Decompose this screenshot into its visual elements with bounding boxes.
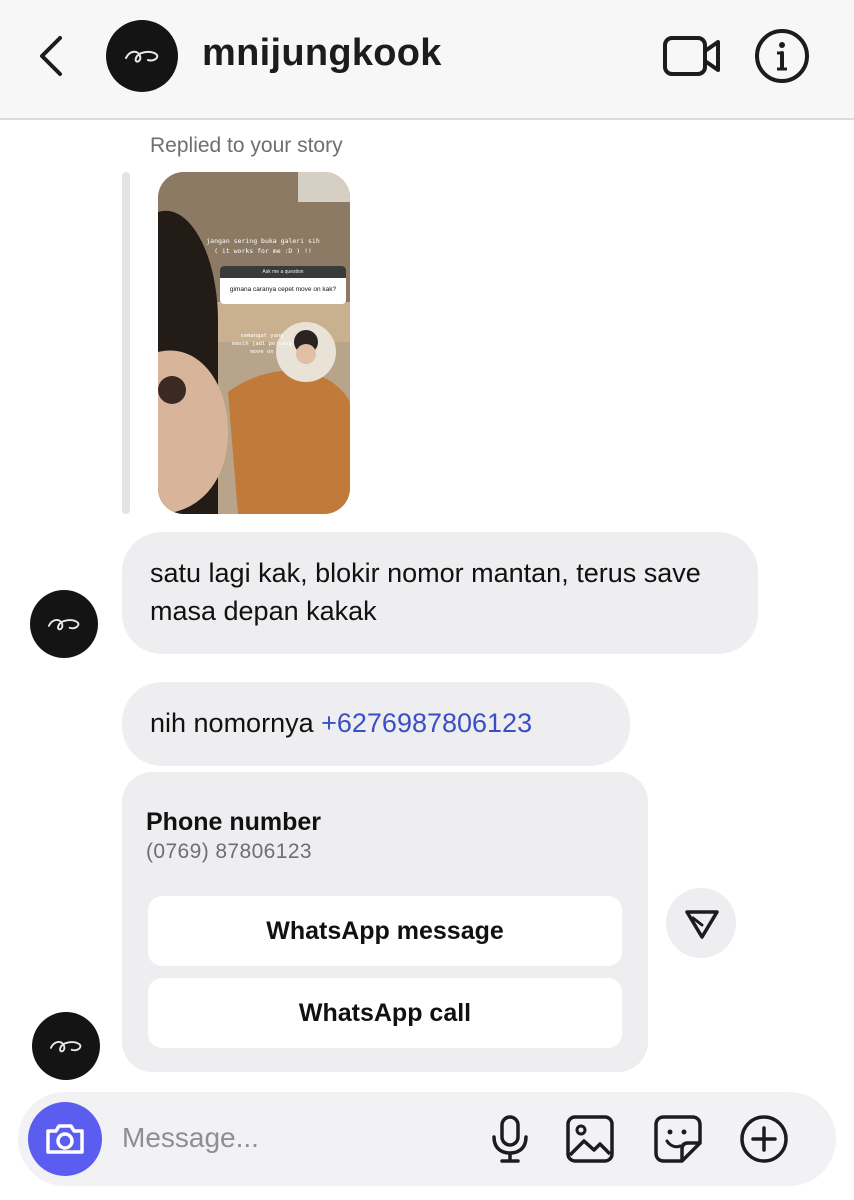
back-button[interactable] xyxy=(34,34,70,78)
microphone-button[interactable] xyxy=(484,1113,536,1165)
question-sticker: Ask me a question gimana caranya cepet m… xyxy=(220,266,346,304)
avatar[interactable] xyxy=(30,590,98,658)
story-thumbnail[interactable]: jangan sering buka galeri sih ( it works… xyxy=(158,172,350,514)
phone-card-title: Phone number xyxy=(146,808,322,836)
message-bubble[interactable]: nih nomornya +6276987806123 xyxy=(122,682,630,766)
camera-icon xyxy=(46,1124,84,1154)
chat-header: mnijungkook xyxy=(0,0,854,120)
whatsapp-call-button[interactable]: WhatsApp call xyxy=(148,978,622,1048)
paper-plane-icon xyxy=(685,910,719,939)
avatar[interactable] xyxy=(106,20,178,92)
signature-logo-icon xyxy=(49,1041,82,1053)
message-text: satu lagi kak, blokir nomor mantan, teru… xyxy=(150,558,701,626)
story-reply-bar xyxy=(122,172,130,514)
video-camera-icon xyxy=(663,36,720,76)
story-sub-caption: semangat yang masih jadi pejuang move on xyxy=(232,333,292,355)
info-icon xyxy=(755,29,809,83)
more-options-button[interactable] xyxy=(738,1113,790,1165)
whatsapp-message-button[interactable]: WhatsApp message xyxy=(148,896,622,966)
message-text-prefix: nih nomornya xyxy=(150,708,322,738)
avatar[interactable] xyxy=(32,1012,100,1080)
phone-card-number: (0769) 87806123 xyxy=(146,840,312,863)
chat-username[interactable]: mnijungkook xyxy=(202,32,442,75)
question-sticker-header: Ask me a question xyxy=(220,266,346,278)
phone-number-card: Phone number (0769) 87806123 WhatsApp me… xyxy=(122,772,648,1072)
story-reply-label: Replied to your story xyxy=(150,134,343,157)
question-sticker-text: gimana caranya cepet move on kak? xyxy=(229,286,337,293)
sticker-button[interactable] xyxy=(652,1113,704,1165)
video-call-button[interactable] xyxy=(662,34,722,78)
story-caption: jangan sering buka galeri sih ( it works… xyxy=(188,236,338,256)
message-bubble[interactable]: satu lagi kak, blokir nomor mantan, teru… xyxy=(122,532,758,654)
message-text: nih nomornya +6276987806123 xyxy=(150,704,532,742)
story-caption-line1: jangan sering buka galeri sih xyxy=(206,237,320,245)
message-input[interactable] xyxy=(122,1118,462,1158)
message-composer xyxy=(18,1092,836,1186)
chevron-left-icon xyxy=(40,36,62,76)
gallery-button[interactable] xyxy=(564,1113,616,1165)
signature-logo-icon xyxy=(125,50,159,63)
microphone-icon xyxy=(492,1115,528,1163)
image-icon xyxy=(566,1115,614,1163)
signature-logo-icon xyxy=(47,619,80,631)
sticker-icon xyxy=(654,1115,702,1163)
plus-circle-icon xyxy=(740,1115,788,1163)
camera-button[interactable] xyxy=(28,1102,102,1176)
story-caption-line2: ( it works for me :D ) !! xyxy=(214,247,312,255)
share-button[interactable] xyxy=(666,888,736,958)
info-button[interactable] xyxy=(754,28,810,84)
phone-number-link[interactable]: +6276987806123 xyxy=(321,708,532,738)
